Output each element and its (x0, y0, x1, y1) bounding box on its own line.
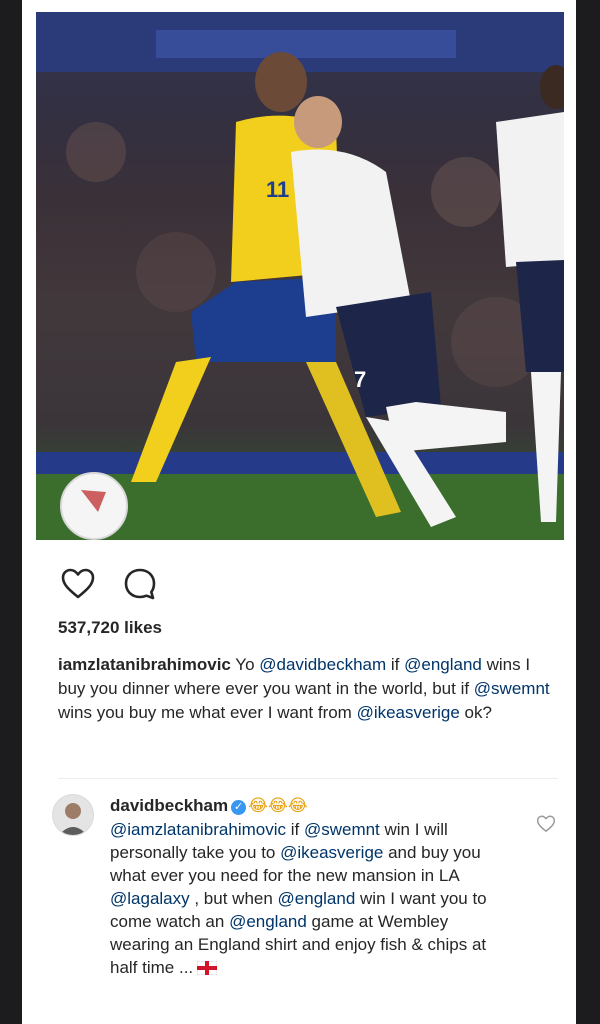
instagram-post: 11 7 537,720 likes iamzlatanibrahimovic … (22, 0, 576, 1024)
caption-text: Yo (230, 655, 260, 674)
mention-link[interactable]: @ikeasverige (357, 703, 460, 722)
england-flag-icon (196, 958, 218, 981)
caption-text: if (386, 655, 405, 674)
mention-link[interactable]: @ikeasverige (280, 843, 383, 862)
comment-text: , but when (189, 889, 278, 908)
laughing-emoji: 😂😂😂 (248, 796, 308, 816)
mention-link[interactable]: @lagalaxy (110, 889, 190, 908)
svg-text:11: 11 (266, 177, 289, 202)
mention-link[interactable]: @england (278, 889, 356, 908)
mention-link[interactable]: @swemnt (474, 679, 550, 698)
mention-link[interactable]: @england (229, 912, 307, 931)
comment-body: davidbeckham ✓ 😂😂😂 @iamzlatanibrahimovic i… (110, 794, 490, 981)
comment-like-heart-icon[interactable] (536, 814, 556, 834)
mention-link[interactable]: @davidbeckham (259, 655, 386, 674)
comment-username[interactable]: davidbeckham (110, 796, 228, 815)
mention-link[interactable]: @swemnt (304, 820, 380, 839)
svg-text:7: 7 (354, 367, 366, 392)
caption-text: ok? (459, 703, 492, 722)
divider (58, 778, 558, 779)
comment-text: if (286, 820, 304, 839)
caption-username[interactable]: iamzlatanibrahimovic (58, 655, 231, 674)
post-photo[interactable]: 11 7 (36, 12, 564, 540)
post-caption: iamzlatanibrahimovic Yo @davidbeckham if… (58, 653, 558, 725)
caption-text: wins you buy me what ever I want from (58, 703, 357, 722)
mention-link[interactable]: @england (404, 655, 482, 674)
avatar[interactable] (52, 794, 94, 836)
comment-bubble-icon[interactable] (122, 566, 158, 602)
heart-outline-icon[interactable] (60, 566, 96, 602)
likes-count[interactable]: 537,720 likes (58, 618, 162, 638)
football-photo-illustration: 11 7 (36, 12, 564, 540)
avatar-image (53, 795, 93, 835)
mention-link[interactable]: @iamzlatanibrahimovic (110, 820, 286, 839)
verified-badge-icon: ✓ (231, 800, 247, 815)
